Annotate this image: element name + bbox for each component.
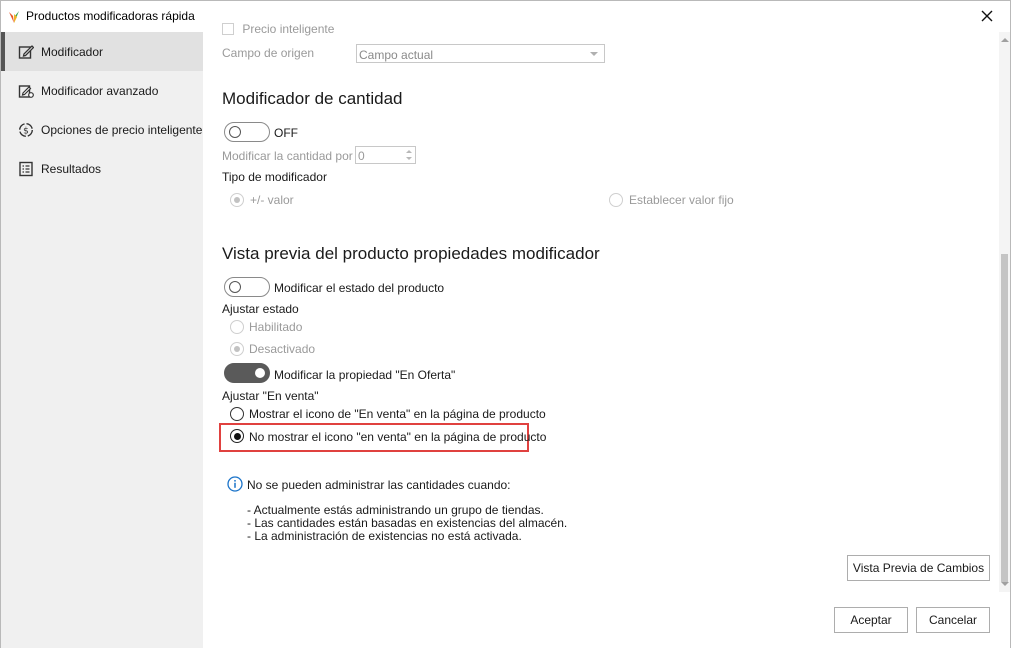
quantity-toggle[interactable] [224,122,270,142]
quantity-modify-label: Modificar la cantidad por [222,149,353,163]
scrollbar-thumb[interactable] [1001,254,1008,582]
window-title: Productos modificadoras rápida [26,9,195,23]
adjust-sale-label: Ajustar "En venta" [222,389,319,403]
radio-sale-show[interactable] [230,407,244,421]
toggle-knob [255,368,265,378]
quantity-stepper[interactable]: 0 [355,146,416,164]
preview-changes-button[interactable]: Vista Previa de Cambios [847,555,990,581]
radio-status-enabled-label: Habilitado [249,320,303,334]
sidebar-item-resultados[interactable]: Resultados [1,149,203,188]
partial-smart-price-row: Precio inteligente [222,22,334,36]
sidebar-item-opciones-precio[interactable]: $ Opciones de precio inteligente [1,110,203,149]
sidebar-item-label: Resultados [41,161,102,176]
radio-fixed-value-label: Establecer valor fijo [629,193,734,207]
app-logo-icon [9,11,19,23]
scroll-down-icon[interactable] [1001,582,1009,586]
radio-sale-hide[interactable] [230,429,244,443]
radio-status-disabled[interactable] [230,342,244,356]
info-icon [227,476,243,492]
info-line: - La administración de existencias no es… [247,529,522,543]
sidebar: Modificador Modificador avanzado $ Opcio… [1,32,203,648]
title-bar: Productos modificadoras rápida [1,1,1010,31]
vertical-scrollbar[interactable] [999,32,1010,592]
quantity-section-title: Modificador de cantidad [222,89,403,108]
sidebar-item-label: Modificador [41,44,104,59]
chevron-down-icon [590,52,598,56]
sidebar-item-label: Opciones de precio inteligente [41,122,203,137]
close-button[interactable] [964,1,1010,31]
origin-field-label: Campo de origen [222,46,315,60]
radio-status-enabled[interactable] [230,320,244,334]
sidebar-item-modificador-avanzado[interactable]: Modificador avanzado [1,71,203,110]
radio-status-disabled-label: Desactivado [249,342,316,356]
quantity-toggle-state: OFF [274,126,298,140]
stepper-up-icon[interactable] [406,150,412,153]
radio-plus-minus-label: +/- valor [250,193,294,207]
advanced-edit-icon [17,82,35,100]
offer-toggle[interactable] [224,363,270,383]
sidebar-item-label: Modificador avanzado [41,83,159,98]
radio-sale-hide-label: No mostrar el icono "en venta" en la pág… [249,430,547,444]
adjust-status-label: Ajustar estado [222,302,299,316]
edit-icon [17,43,35,61]
radio-sale-show-label: Mostrar el icono de "En venta" en la pág… [249,407,546,421]
radio-fixed-value[interactable] [609,193,623,207]
info-heading: No se pueden administrar las cantidades … [247,478,511,492]
close-icon [981,10,993,22]
status-toggle-label: Modificar el estado del producto [274,281,445,295]
modifier-type-label: Tipo de modificador [222,170,327,184]
origin-field-select[interactable]: Campo actual [356,44,605,63]
info-line: - Las cantidades están basadas en existe… [247,516,568,530]
toggle-knob [229,281,241,293]
radio-plus-minus[interactable] [230,193,244,207]
status-toggle[interactable] [224,277,270,297]
preview-section-title: Vista previa del producto propiedades mo… [222,244,600,263]
results-icon [17,160,35,178]
offer-toggle-label: Modificar la propiedad "En Oferta" [274,368,456,382]
scroll-up-icon[interactable] [1001,38,1009,42]
accept-button[interactable]: Aceptar [834,607,908,633]
sidebar-item-modificador[interactable]: Modificador [1,32,203,71]
dialog-window: Productos modificadoras rápida Modificad… [0,0,1011,648]
smart-price-icon: $ [17,121,35,139]
info-line: - Actualmente estás administrando un gru… [247,503,544,517]
main-panel: Precio inteligente Campo de origen Campo… [203,22,1010,648]
stepper-down-icon[interactable] [406,157,412,160]
partial-checkbox[interactable] [222,23,234,35]
cancel-button[interactable]: Cancelar [916,607,990,633]
toggle-knob [229,126,241,138]
svg-text:$: $ [23,126,29,136]
